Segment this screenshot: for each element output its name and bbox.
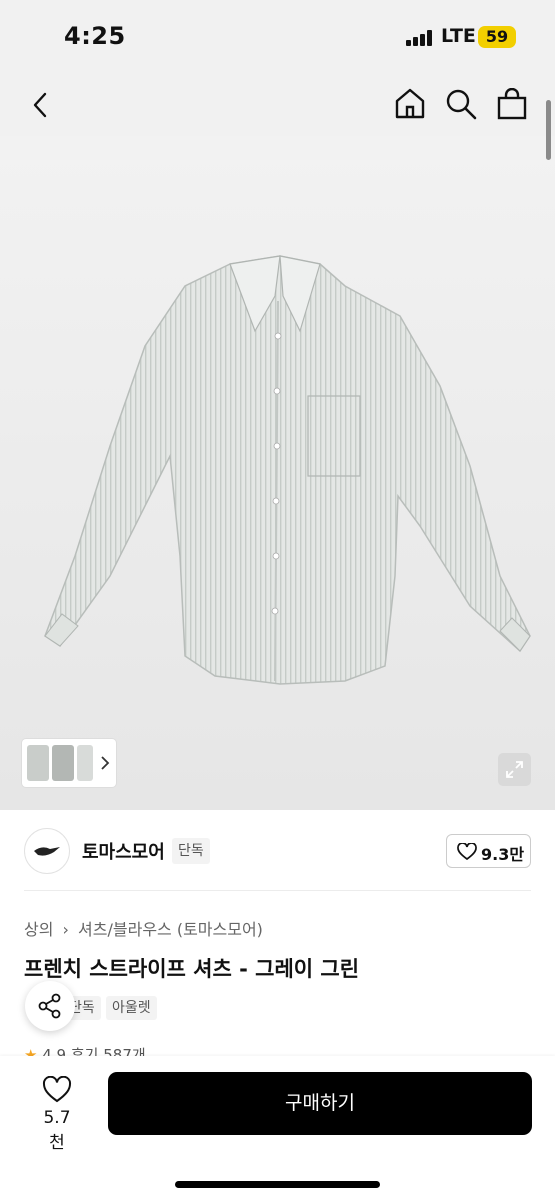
home-indicator: [175, 1181, 380, 1188]
heart-icon: [457, 843, 477, 861]
brand-name[interactable]: 토마스모어: [82, 838, 165, 864]
breadcrumb: 상의 › 셔츠/블라우스 (토마스모어): [24, 916, 267, 940]
wishlist-count: 5.7천: [43, 1108, 71, 1153]
status-time: 4:25: [64, 22, 126, 50]
signal-icon: [406, 30, 434, 46]
share-button[interactable]: [25, 981, 75, 1031]
brand-logo-mark: [34, 847, 60, 856]
brand-like-count: 9.3만: [481, 845, 525, 864]
top-nav: [0, 72, 555, 136]
image-thumbnails[interactable]: [22, 739, 116, 787]
back-icon[interactable]: [30, 92, 52, 118]
divider: [24, 890, 531, 891]
thumbnail-3[interactable]: [77, 745, 93, 781]
home-icon[interactable]: [394, 87, 426, 119]
search-icon[interactable]: [445, 88, 477, 120]
chevron-right-icon: ›: [62, 920, 69, 939]
product-title: 프렌치 스트라이프 셔츠 - 그레이 그린: [24, 957, 360, 981]
thumbnail-1[interactable]: [27, 745, 49, 781]
battery-indicator: 59: [478, 26, 516, 48]
network-label: LTE: [441, 25, 476, 47]
expand-image-button[interactable]: [498, 753, 531, 786]
product-image[interactable]: [0, 136, 555, 810]
scrollbar[interactable]: [546, 100, 551, 160]
exclusive-badge: 단독: [172, 838, 210, 864]
expand-icon: [506, 761, 523, 778]
breadcrumb-item[interactable]: 셔츠/블라우스 (토마스모어): [78, 920, 263, 939]
brand-like-button[interactable]: 9.3만: [446, 834, 531, 868]
thumbnail-2[interactable]: [52, 745, 74, 781]
chevron-right-icon[interactable]: [100, 756, 110, 770]
breadcrumb-item[interactable]: 상의: [24, 920, 53, 939]
wishlist-heart-icon[interactable]: [42, 1076, 72, 1103]
brand-logo[interactable]: [24, 828, 70, 874]
buy-button[interactable]: 구매하기: [108, 1072, 532, 1135]
tag-outlet: 아울렛: [106, 996, 157, 1020]
bag-icon[interactable]: [497, 88, 527, 120]
share-icon: [38, 993, 61, 1019]
